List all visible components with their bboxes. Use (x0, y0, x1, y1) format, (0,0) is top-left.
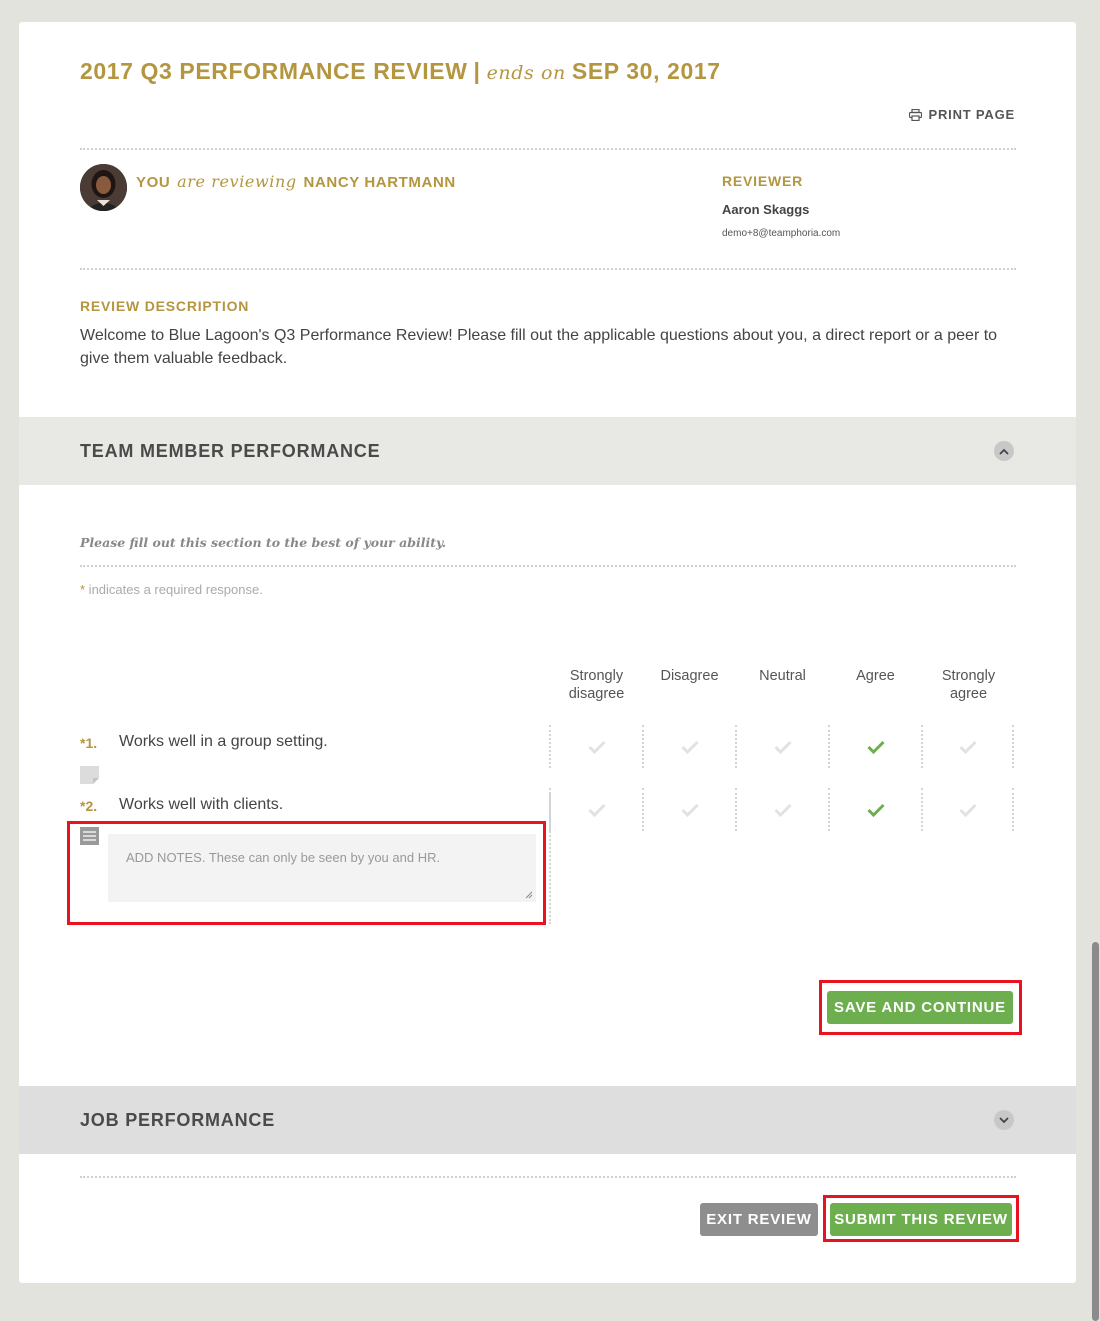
collapse-button[interactable] (994, 441, 1014, 461)
printer-icon (908, 108, 922, 121)
divider (80, 1176, 1016, 1178)
question-number: *1. (80, 735, 98, 751)
reviewee-name: NANCY HARTMANN (303, 174, 456, 191)
reviewing-statement: YOU are reviewing NANCY HARTMANN (136, 172, 456, 191)
section-header-team-member-performance[interactable]: TEAM MEMBER PERFORMANCE (19, 417, 1076, 485)
chevron-down-icon (999, 1116, 1009, 1123)
check-icon (958, 803, 977, 817)
reviewer-email: demo+8@teamphoria.com (722, 228, 841, 239)
rating-option-agree[interactable] (828, 788, 921, 831)
check-icon (587, 740, 606, 754)
review-card: 2017 Q3 PERFORMANCE REVIEW | ends on SEP 30… (19, 22, 1076, 1283)
rating-option-strongly-disagree[interactable] (549, 788, 642, 831)
you-label: YOU (136, 174, 171, 191)
scale-header-strongly-disagree: Strongly disagree (568, 668, 625, 702)
avatar (80, 164, 127, 211)
review-title: 2017 Q3 PERFORMANCE REVIEW | ends on SEP 30… (80, 58, 721, 85)
question-text: Works well in a group setting. (119, 733, 328, 750)
expand-button[interactable] (994, 1110, 1014, 1130)
section-instructions: Please fill out this section to the best… (80, 535, 447, 550)
scale-header-strongly-agree: Strongly agree (941, 668, 996, 702)
rating-option-strongly-disagree[interactable] (549, 725, 642, 768)
note-icon[interactable] (80, 766, 99, 784)
rating-option-disagree[interactable] (642, 725, 735, 768)
divider (80, 148, 1016, 150)
check-icon (866, 803, 885, 817)
ends-on-label: ends on (486, 62, 566, 84)
required-note: * indicates a required response. (80, 582, 263, 597)
highlight-box (67, 821, 546, 925)
title-separator: | (473, 58, 481, 84)
highlight-box (819, 980, 1022, 1035)
highlight-box (823, 1195, 1019, 1242)
section-header-job-performance[interactable]: JOB PERFORMANCE (19, 1086, 1076, 1154)
avatar-image (80, 164, 127, 211)
rating-option-neutral[interactable] (735, 788, 828, 831)
check-icon (587, 803, 606, 817)
required-note-text: indicates a required response. (85, 582, 263, 597)
rating-option-strongly-agree[interactable] (921, 788, 1014, 831)
divider (80, 268, 1016, 270)
section-title: JOB PERFORMANCE (80, 1110, 276, 1130)
rating-option-neutral[interactable] (735, 725, 828, 768)
reviewer-label: REVIEWER (722, 173, 804, 189)
review-description-text: Welcome to Blue Lagoon's Q3 Performance … (80, 327, 998, 367)
check-icon (958, 740, 977, 754)
scrollbar[interactable] (1092, 942, 1099, 1321)
rating-option-strongly-agree[interactable] (921, 725, 1014, 768)
exit-review-button[interactable]: EXIT REVIEW (700, 1203, 818, 1236)
review-description-label: REVIEW DESCRIPTION (80, 298, 250, 314)
are-reviewing-label: are reviewing (177, 172, 297, 191)
check-icon (773, 803, 792, 817)
question-text: Works well with clients. (119, 796, 284, 813)
scale-header-disagree: Disagree (660, 668, 719, 684)
print-page-link[interactable]: PRINT PAGE (908, 107, 1016, 122)
check-icon (680, 740, 699, 754)
check-icon (866, 740, 885, 754)
scale-header-agree: Agree (856, 668, 895, 684)
reviewer-name: Aaron Skaggs (722, 202, 810, 217)
question-number: *2. (80, 798, 98, 814)
rating-option-disagree[interactable] (642, 788, 735, 831)
question-row: *1. Works well in a group setting. (19, 725, 1076, 768)
chevron-up-icon (999, 448, 1009, 455)
divider (549, 792, 551, 924)
rating-option-agree[interactable] (828, 725, 921, 768)
print-page-label: PRINT PAGE (928, 107, 1015, 122)
check-icon (773, 740, 792, 754)
scale-header-neutral: Neutral (759, 668, 806, 684)
check-icon (680, 803, 699, 817)
section-title: TEAM MEMBER PERFORMANCE (80, 441, 381, 461)
review-title-text: 2017 Q3 PERFORMANCE REVIEW (80, 58, 468, 84)
divider (80, 565, 1016, 567)
end-date: SEP 30, 2017 (571, 58, 721, 84)
